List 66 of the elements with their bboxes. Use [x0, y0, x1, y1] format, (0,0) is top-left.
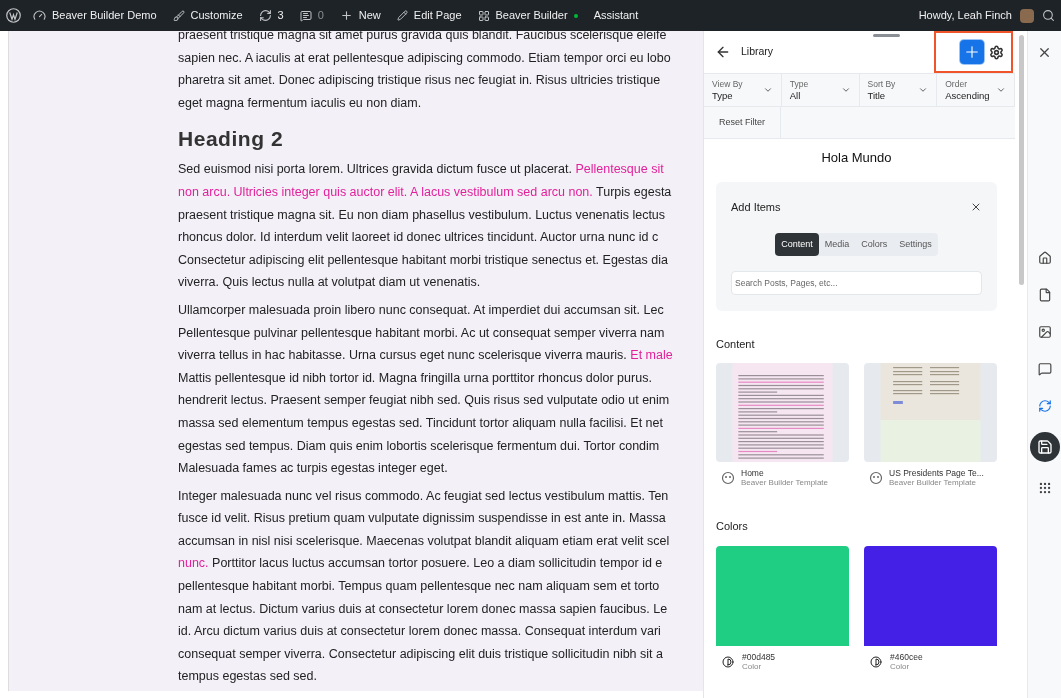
filter-dropdown[interactable]: Order Ascending [937, 74, 1015, 106]
template-name: US Presidents Page Te... [889, 467, 984, 478]
comments-link[interactable]: 0 [291, 0, 332, 31]
chevron-icon [918, 85, 929, 95]
color-name: #460cee [890, 652, 923, 662]
template-type: Beaver Builder Template [741, 477, 828, 488]
edit-page-link[interactable]: Edit Page [388, 0, 470, 31]
beaver-icon [869, 470, 883, 485]
color-swatch[interactable] [864, 546, 997, 646]
comment-icon [299, 9, 312, 22]
library-heading: Hola Mundo [820, 149, 893, 167]
plus-icon [963, 43, 981, 61]
pencil-icon [396, 10, 408, 21]
tab[interactable]: Settings [893, 233, 938, 256]
back-icon[interactable] [715, 44, 731, 60]
search-field[interactable]: Search Posts, Pages, etc... [731, 271, 982, 295]
section-title: Colors [716, 518, 749, 534]
section-title: Content [716, 337, 756, 352]
beaver-icon [721, 470, 735, 485]
grid-icon [477, 9, 490, 22]
panel-title: Library [741, 44, 774, 60]
heading: Heading 2 [178, 126, 285, 153]
wordpress-logo-icon[interactable] [6, 8, 21, 23]
brush-icon [172, 9, 185, 22]
link[interactable]: nunc. [178, 556, 209, 571]
site-link[interactable]: Beaver Builder Demo [25, 0, 165, 31]
avatar [1020, 8, 1034, 23]
card-title: Add Items [731, 199, 782, 215]
filter-dropdown[interactable]: View By Type [704, 74, 782, 106]
color-type: Color [742, 662, 763, 672]
updates-link[interactable]: 3 [250, 0, 292, 31]
account-link[interactable]: Howdy, Leah Finch [910, 0, 1020, 31]
tab[interactable]: Media [818, 233, 856, 256]
close-icon[interactable] [1037, 45, 1052, 60]
dashboard-icon [33, 9, 46, 22]
beaver-builder-link[interactable]: Beaver Builder [469, 0, 586, 31]
contrast-icon [722, 656, 734, 668]
chevron-icon [840, 85, 851, 95]
paragraph: Ullamcorper malesuada proin libero nunc consequat. At imperdiet dui accumsan sit. Lec Pellentesque pulvinar pellentesque habitant morbi. Ac ut consequat semper viverra nam viverra tellus in hac habitasse. Urna cursus eget nunc scelerisque viverra mauris. Et male Mattis pellentesque id nibh tortor id. Magna fringilla urna porttitor rhoncus dolor purus. hendrerit lectus. Praesent semper feugiat nibh sed. Quis risus sed vulputate odio ut enim massa sed elementum tempus egestas sed. Tincidunt tortor aliquam nulla facilisi. Et net egestas sed tempus. Diam quis enim lobortis scelerisque fermentum dui. Tortor condim Malesuada fames ac turpis egestas integer eget. [178, 301, 674, 478]
plus-icon [339, 9, 353, 22]
drag-handle[interactable] [873, 34, 900, 37]
paragraph: Integer malesuada nunc vel risus commodo. Ac feugiat sed lectus vestibulum mattis. Ten fusce id velit. Risus pretium quam vulputate dignissim suspendisse in est ante in. Massa accumsan in nisl nisi scelerisque. Maecenas volutpat blandit aliquam etiam erat velit scel nunc. Porttitor lacus luctus accumsan tortor posuere. Leo a diam sollicitudin tempor id e pellentesque habitant morbi. Tempus quam pellentesque nec nam aliquam sem et torto nam at lectus. Dictum varius duis at consectetur lorem donec massa sapien faucibus. Le id. Arcu dictum varius duis at consectetur lorem donec massa. Consequat interdum vari consequat semper viverra. Consectetur adipiscing elit duis tristique sollicitudin nibh sit a tempus egestas sed sed. [178, 487, 671, 686]
contrast-icon [870, 656, 882, 668]
assistant-link[interactable]: Assistant [585, 0, 647, 31]
scrollbar-thumb[interactable] [1019, 35, 1024, 285]
paragraph: Sed euismod nisi porta lorem. Ultrices gravida dictum fusce ut placerat. Pellentesque sit non arcu. Ultricies integer quis auctor elit. A lacus vestibulum sed arcu non. Turpis egesta praesent tristique magna sit. Eu non diam phasellus vestibulum. Luctus venenatis lectus rhoncus dolor. Id interdum velit laoreet id donec ultrices tincidunt. Auctor urna nunc id c Consectetur adipiscing elit pellentesque habitant morbi tristique senectus et. Egestas dia viverra. Quis lectus nulla at volutpat diam ut venenatis. [178, 161, 673, 292]
link[interactable]: Pellentesque sit [575, 162, 664, 177]
updates-icon [258, 9, 272, 22]
color-name: #00d485 [742, 652, 776, 662]
chevron-icon [762, 85, 773, 95]
filter-dropdown[interactable]: Sort By Title [859, 74, 938, 106]
color-type: Color [890, 662, 911, 672]
link[interactable]: Et male [630, 348, 673, 363]
link[interactable]: non arcu. Ultricies integer quis auctor elit. A lacus vestibulum sed arcu non. [178, 184, 593, 199]
template-name: Home [741, 467, 765, 478]
save-icon[interactable] [1029, 432, 1060, 462]
tab[interactable]: Colors [855, 233, 894, 256]
new-link[interactable]: New [331, 0, 389, 31]
color-swatch[interactable] [716, 546, 849, 646]
settings-icon[interactable] [989, 44, 1004, 60]
chevron-icon [996, 85, 1006, 95]
tab[interactable]: Content [775, 233, 819, 256]
filter-dropdown[interactable]: Type All [781, 74, 860, 106]
template-type: Beaver Builder Template [889, 477, 977, 488]
search-icon[interactable] [1042, 9, 1055, 22]
customize-link[interactable]: Customize [164, 0, 251, 31]
